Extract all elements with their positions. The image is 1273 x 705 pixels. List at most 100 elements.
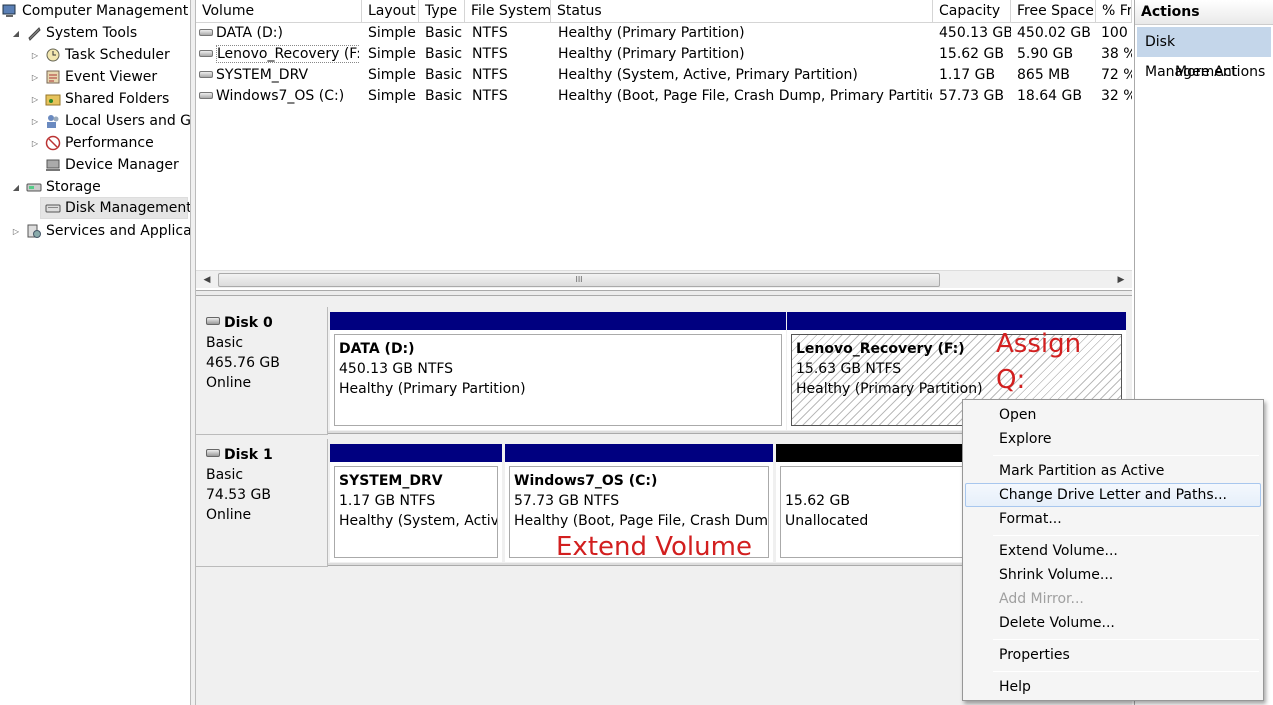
scrollbar-thumb[interactable]: III — [218, 273, 940, 287]
cell-percent-free: 72 % — [1101, 67, 1132, 83]
cell-type: Basic — [425, 67, 463, 83]
tree-item-device-manager[interactable]: Device Manager — [45, 154, 179, 176]
partition-status: Healthy (System, Active, — [339, 513, 498, 529]
tools-icon — [26, 25, 42, 41]
context-menu: Open Explore Mark Partition as Active Ch… — [962, 399, 1264, 701]
actions-title: Actions — [1135, 0, 1273, 25]
menu-item-change-drive-letter[interactable]: Change Drive Letter and Paths... — [965, 483, 1261, 507]
table-row[interactable]: Lenovo_Recovery (F:) Simple Basic NTFS H… — [196, 44, 1132, 65]
menu-separator — [993, 455, 1259, 456]
actions-section-disk-management[interactable]: Disk Management — [1137, 27, 1271, 80]
disk-size: 74.53 GB — [206, 487, 271, 503]
collapsed-arrow-icon[interactable]: ▷ — [29, 73, 41, 82]
table-row[interactable]: DATA (D:) Simple Basic NTFS Healthy (Pri… — [196, 23, 1132, 44]
navigation-tree: Computer Management ◢ System Tools ▷ Tas… — [0, 0, 190, 705]
partition-status: Healthy (Primary Partition) — [339, 381, 526, 397]
tree-item-services[interactable]: ▷ Services and Applicat — [10, 220, 190, 242]
disk-state: Online — [206, 507, 252, 523]
table-row[interactable]: Windows7_OS (C:) Simple Basic NTFS Healt… — [196, 86, 1132, 107]
partition-size: 57.73 GB NTFS — [514, 493, 620, 509]
cell-free-space: 450.02 GB — [1017, 25, 1091, 41]
partition-data-d[interactable]: DATA (D:) 450.13 GB NTFS Healthy (Primar… — [330, 312, 786, 430]
volume-name: Windows7_OS (C:) — [216, 88, 345, 104]
cell-status: Healthy (Boot, Page File, Crash Dump, Pr… — [558, 88, 932, 104]
annotation-line: Q: — [996, 365, 1026, 395]
partition-system-drv[interactable]: SYSTEM_DRV 1.17 GB NTFS Healthy (System,… — [330, 444, 502, 562]
cell-capacity: 57.73 GB — [939, 88, 1004, 104]
menu-item-shrink-volume[interactable]: Shrink Volume... — [965, 563, 1261, 587]
menu-item-explore[interactable]: Explore — [965, 427, 1261, 451]
volume-name: DATA (D:) — [216, 25, 283, 41]
disk-0-label[interactable]: Disk 0 Basic 465.76 GB Online — [196, 307, 328, 435]
horizontal-scrollbar[interactable]: ◀ III ▶ — [196, 270, 1132, 288]
tree-label: Disk Management — [65, 200, 190, 216]
menu-item-delete-volume[interactable]: Delete Volume... — [965, 611, 1261, 635]
tree-label: System Tools — [46, 25, 138, 41]
menu-separator — [993, 535, 1259, 536]
partition-status: Healthy (Boot, Page File, Crash Dump, — [514, 513, 769, 529]
scroll-left-icon[interactable]: ◀ — [198, 271, 216, 289]
tree-item-computer-management[interactable]: Computer Management — [2, 0, 188, 22]
collapsed-arrow-icon[interactable]: ▷ — [29, 51, 41, 60]
table-row[interactable]: SYSTEM_DRV Simple Basic NTFS Healthy (Sy… — [196, 65, 1132, 86]
menu-item-format[interactable]: Format... — [965, 507, 1261, 531]
tree-label: Services and Applicat — [46, 223, 190, 239]
tree-item-task-scheduler[interactable]: ▷ Task Scheduler — [29, 44, 170, 66]
cell-volume: Lenovo_Recovery (F:) — [199, 44, 359, 65]
collapsed-arrow-icon[interactable]: ▷ — [10, 227, 22, 236]
tree-item-event-viewer[interactable]: ▷ Event Viewer — [29, 66, 157, 88]
performance-icon — [45, 135, 61, 151]
device-manager-icon — [45, 157, 61, 173]
cell-percent-free: 38 % — [1101, 46, 1132, 62]
cell-file-system: NTFS — [472, 25, 508, 41]
column-header-status[interactable]: Status — [551, 0, 933, 23]
column-header-capacity[interactable]: Capacity — [933, 0, 1011, 23]
column-header-type[interactable]: Type — [419, 0, 465, 23]
disk-1-label[interactable]: Disk 1 Basic 74.53 GB Online — [196, 439, 328, 567]
disk-management-icon — [45, 200, 61, 216]
computer-management-icon — [2, 3, 18, 19]
tree-item-performance[interactable]: ▷ Performance — [29, 132, 154, 154]
menu-item-properties[interactable]: Properties — [965, 643, 1261, 667]
disk-type: Basic — [206, 467, 244, 483]
cell-percent-free: 100 — [1101, 25, 1128, 41]
menu-separator — [993, 639, 1259, 640]
cell-percent-free: 32 % — [1101, 88, 1132, 104]
column-header-volume[interactable]: Volume — [196, 0, 362, 23]
expanded-arrow-icon[interactable]: ◢ — [10, 29, 22, 38]
collapsed-arrow-icon[interactable]: ▷ — [29, 139, 41, 148]
tree-item-local-users[interactable]: ▷ Local Users and Gro — [29, 110, 190, 132]
partition-name: Windows7_OS (C:) — [514, 473, 658, 489]
cell-status: Healthy (Primary Partition) — [558, 46, 745, 62]
disk-state: Online — [206, 375, 252, 391]
column-header-layout[interactable]: Layout — [362, 0, 419, 23]
partition-body: SYSTEM_DRV 1.17 GB NTFS Healthy (System,… — [334, 466, 498, 558]
disk-size: 465.76 GB — [206, 355, 280, 371]
menu-item-open[interactable]: Open — [965, 403, 1261, 427]
tree-item-disk-management[interactable]: Disk Management — [40, 197, 190, 219]
menu-item-help[interactable]: Help — [965, 675, 1261, 699]
menu-item-extend-volume[interactable]: Extend Volume... — [965, 539, 1261, 563]
tree-label: Storage — [46, 179, 101, 195]
collapsed-arrow-icon[interactable]: ▷ — [29, 117, 41, 126]
drive-icon — [199, 71, 213, 78]
event-viewer-icon — [45, 69, 61, 85]
disk-type: Basic — [206, 335, 244, 351]
menu-item-mark-active[interactable]: Mark Partition as Active — [965, 459, 1261, 483]
partition-name: DATA (D:) — [339, 341, 415, 357]
expanded-arrow-icon[interactable]: ◢ — [10, 183, 22, 192]
cell-layout: Simple — [368, 88, 416, 104]
collapsed-arrow-icon[interactable]: ▷ — [29, 95, 41, 104]
tree-item-storage[interactable]: ◢ Storage — [10, 176, 101, 198]
disk-icon — [206, 449, 220, 457]
annotation-assign: Assign Q: — [996, 326, 1081, 398]
scroll-right-icon[interactable]: ▶ — [1112, 271, 1130, 289]
tree-item-system-tools[interactable]: ◢ System Tools — [10, 22, 137, 44]
column-header-free-space[interactable]: Free Space — [1011, 0, 1096, 23]
column-header-percent-free[interactable]: % Fr — [1096, 0, 1132, 23]
cell-capacity: 15.62 GB — [939, 46, 1004, 62]
clock-icon — [45, 47, 61, 63]
annotation-extend-volume: Extend Volume — [556, 532, 752, 562]
tree-item-shared-folders[interactable]: ▷ Shared Folders — [29, 88, 169, 110]
column-header-file-system[interactable]: File System — [465, 0, 551, 23]
